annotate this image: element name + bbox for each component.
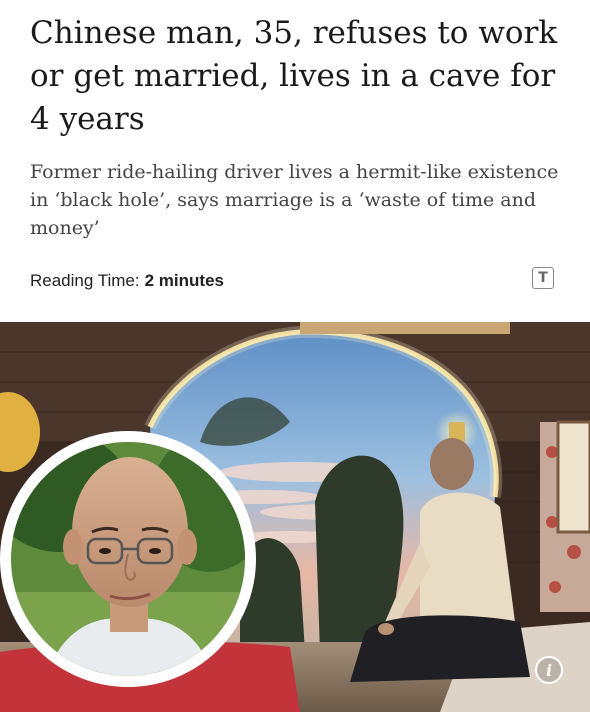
subheadline: Former ride-hailing driver lives a hermi…: [30, 161, 559, 239]
article: Chinese man, 35, refuses to work or get …: [0, 0, 590, 712]
info-icon[interactable]: i: [535, 656, 563, 684]
reading-time-label: Reading Time:: [30, 271, 140, 290]
cave-scene: [0, 322, 590, 712]
text-size-icon[interactable]: T: [532, 267, 554, 289]
headline: Chinese man, 35, refuses to work or get …: [30, 15, 558, 137]
hero-image: [0, 322, 590, 712]
reading-time-value: 2 minutes: [144, 271, 224, 290]
reading-time: Reading Time: 2 minutes: [30, 268, 560, 294]
